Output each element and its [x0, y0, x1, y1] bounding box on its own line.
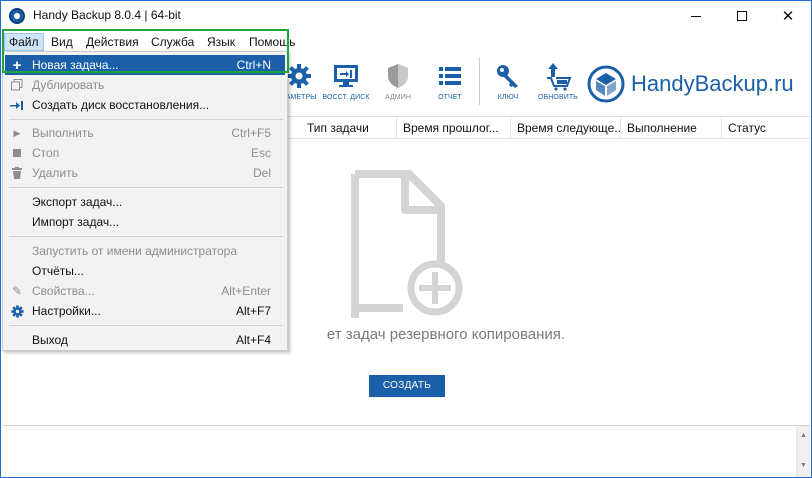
menu-item-shortcut: Ctrl+N: [236, 58, 271, 72]
menu-item-shortcut: Esc: [250, 146, 271, 160]
toolbar-report-button[interactable]: ОТЧЕТ: [429, 61, 471, 115]
restore-disk-icon: [10, 98, 24, 112]
key-icon: [497, 65, 518, 88]
menu-item-label: Выполнить: [32, 126, 94, 140]
menu-separator: [9, 187, 283, 188]
scroll-up-icon[interactable]: ▲: [800, 432, 807, 439]
restore-disk-icon: [334, 65, 358, 87]
plus-icon: +: [12, 56, 22, 74]
gear-icon: [287, 64, 311, 88]
close-button[interactable]: ✕: [765, 1, 811, 31]
toolbar-restore-disk-label: ВОССТ. ДИСК: [322, 94, 370, 101]
menu-view[interactable]: Вид: [47, 33, 77, 51]
toolbar-admin-label: АДМИН: [384, 94, 412, 101]
menu-item-shortcut: Ctrl+F5: [231, 126, 271, 140]
menu-item-export-tasks[interactable]: Экспорт задач...: [5, 192, 285, 212]
column-task-type[interactable]: Тип задачи: [301, 117, 397, 139]
toolbar-key-button[interactable]: КЛЮЧ: [489, 61, 527, 115]
menu-item-reports[interactable]: Отчёты...: [5, 261, 285, 281]
menu-separator: [9, 236, 283, 237]
menu-item-delete[interactable]: Удалить Del: [5, 163, 285, 183]
menu-item-exit[interactable]: Выход Alt+F4: [5, 330, 285, 350]
menu-item-run[interactable]: ▶ Выполнить Ctrl+F5: [5, 123, 285, 143]
title-bar[interactable]: Handy Backup 8.0.4 | 64-bit ✕: [1, 1, 811, 31]
toolbar-divider: [479, 57, 480, 105]
toolbar-admin-button[interactable]: АДМИН: [375, 61, 421, 115]
menu-item-label: Импорт задач...: [32, 215, 120, 229]
menu-help[interactable]: Помощь: [245, 33, 299, 51]
maximize-button[interactable]: [719, 1, 765, 31]
shield-icon: [388, 64, 408, 88]
menu-item-duplicate[interactable]: Дублировать: [5, 75, 285, 95]
menu-item-import-tasks[interactable]: Импорт задач...: [5, 212, 285, 232]
app-logo-icon: [9, 8, 25, 24]
minimize-icon: [691, 15, 701, 17]
window-title: Handy Backup 8.0.4 | 64-bit: [33, 8, 181, 22]
column-status[interactable]: Статус: [722, 117, 811, 139]
trash-icon: [10, 166, 24, 180]
file-menu-dropdown: + Новая задача... Ctrl+N Дублировать Соз…: [2, 51, 288, 351]
menu-item-new-task[interactable]: + Новая задача... Ctrl+N: [5, 55, 285, 75]
gear-icon: [10, 304, 24, 318]
toolbar-update-button[interactable]: ОБНОВИТЬ: [533, 61, 583, 115]
stop-icon: [10, 146, 24, 160]
menu-item-shortcut: Alt+F4: [235, 333, 271, 347]
menu-item-run-as-admin[interactable]: Запустить от имени администратора: [5, 241, 285, 261]
close-icon: ✕: [781, 6, 795, 25]
menu-item-label: Новая задача...: [32, 58, 119, 72]
list-icon: [439, 67, 461, 85]
menu-item-settings[interactable]: Настройки... Alt+F7: [5, 301, 285, 321]
app-window: Handy Backup 8.0.4 | 64-bit ✕ Файл Вид Д…: [0, 0, 812, 478]
menu-item-label: Создать диск восстановления...: [32, 98, 210, 112]
new-document-icon: [351, 170, 463, 318]
toolbar-restore-disk-button[interactable]: ВОССТ. ДИСК: [321, 61, 371, 115]
menu-item-label: Свойства...: [32, 284, 95, 298]
menu-item-shortcut: Del: [252, 166, 271, 180]
menu-item-label: Стоп: [32, 146, 60, 160]
toolbar-update-label: ОБНОВИТЬ: [538, 94, 578, 101]
menu-bar: Файл Вид Действия Служба Язык Помощь: [1, 31, 811, 51]
menu-item-properties[interactable]: ✎ Свойства... Alt+Enter: [5, 281, 285, 301]
menu-item-label: Дублировать: [32, 78, 105, 92]
menu-item-stop[interactable]: Стоп Esc: [5, 143, 285, 163]
menu-service[interactable]: Служба: [147, 33, 198, 51]
menu-item-label: Удалить: [32, 166, 78, 180]
menu-separator: [9, 119, 283, 120]
column-progress[interactable]: Выполнение: [621, 117, 722, 139]
pencil-icon: ✎: [11, 284, 23, 298]
brand-logo-text: HandyBackup.ru: [631, 71, 794, 96]
play-icon: ▶: [13, 127, 21, 138]
menu-item-label: Отчёты...: [32, 264, 84, 278]
copy-icon: [10, 78, 24, 92]
log-scrollbar[interactable]: ▲ ▼: [796, 426, 810, 477]
create-task-button[interactable]: СОЗДАТЬ: [369, 375, 445, 397]
log-pane[interactable]: ▲ ▼: [2, 425, 810, 477]
brand-logo-icon: [587, 65, 625, 103]
column-last-run[interactable]: Время прошлог...: [397, 117, 511, 139]
menu-language[interactable]: Язык: [203, 33, 239, 51]
minimize-button[interactable]: [673, 1, 719, 31]
menu-item-shortcut: Alt+Enter: [221, 284, 271, 298]
menu-item-label: Выход: [32, 333, 68, 347]
menu-actions[interactable]: Действия: [82, 33, 143, 51]
menu-file[interactable]: Файл: [4, 33, 44, 51]
column-next-run[interactable]: Время следующе...: [511, 117, 621, 139]
menu-item-label: Настройки...: [32, 304, 101, 318]
scroll-down-icon[interactable]: ▼: [800, 462, 807, 469]
menu-item-shortcut: Alt+F7: [235, 304, 271, 318]
menu-item-label: Запустить от имени администратора: [32, 244, 238, 258]
toolbar-report-label: ОТЧЕТ: [438, 94, 462, 101]
toolbar-key-label: КЛЮЧ: [497, 94, 519, 101]
menu-item-create-recovery-disk[interactable]: Создать диск восстановления...: [5, 95, 285, 115]
update-cart-icon: [547, 63, 572, 91]
menu-separator: [9, 325, 283, 326]
maximize-icon: [737, 11, 747, 21]
menu-item-label: Экспорт задач...: [32, 195, 123, 209]
